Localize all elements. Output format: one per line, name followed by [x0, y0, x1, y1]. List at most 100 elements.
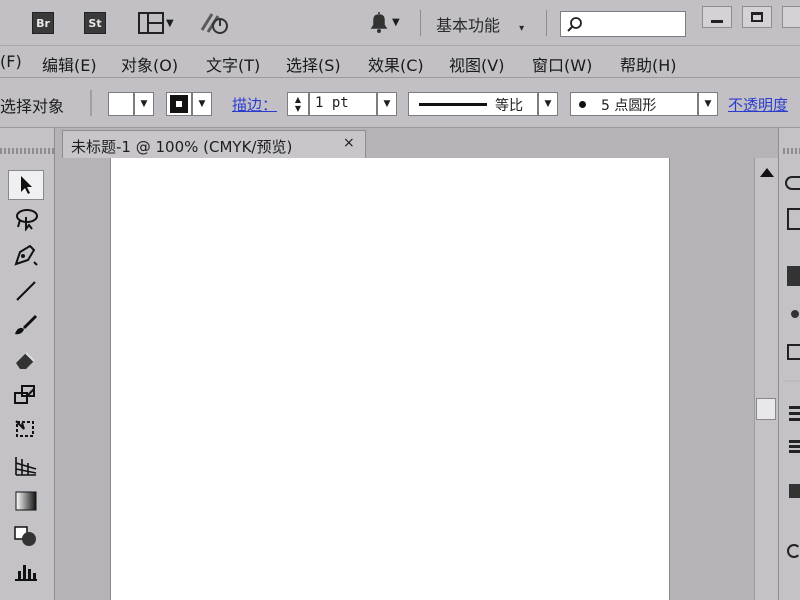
- align-panel-icon[interactable]: [789, 406, 800, 424]
- chevron-down-icon: ▼: [383, 99, 391, 109]
- workspace-label: 基本功能: [436, 16, 501, 35]
- minimize-icon: [711, 19, 723, 23]
- bridge-button[interactable]: Br: [32, 12, 54, 34]
- brush-dropdown[interactable]: ▼: [698, 92, 718, 116]
- chevron-down-icon: ▼: [704, 99, 712, 109]
- swatches-panel-icon[interactable]: [787, 208, 800, 230]
- brushes-panel-icon[interactable]: [787, 266, 800, 286]
- stroke-line-icon: [419, 103, 487, 106]
- menu-bar: (F) 编辑(E) 对象(O) 文字(T) 选择(S) 效果(C) 视图(V) …: [0, 46, 800, 78]
- variable-width-profile[interactable]: 等比: [408, 92, 538, 116]
- scroll-thumb[interactable]: [756, 398, 776, 420]
- document-tab-title: 未标题-1 @ 100% (CMYK/预览): [71, 138, 293, 156]
- brush-label: 5 点圆形: [601, 98, 657, 114]
- divider: [420, 10, 421, 36]
- application-bar: Br St ▼ ▼ 基本功能 ▾: [0, 0, 800, 46]
- gpu-performance-icon: [200, 13, 228, 34]
- gpu-performance-button[interactable]: [198, 10, 232, 40]
- vertical-scrollbar[interactable]: [754, 158, 778, 600]
- menu-window[interactable]: 窗口(W): [532, 52, 592, 76]
- stroke-weight-stepper[interactable]: ▲ ▼: [287, 92, 309, 116]
- menu-help[interactable]: 帮助(H): [620, 52, 677, 76]
- bell-icon: [370, 12, 388, 33]
- search-input[interactable]: [585, 14, 683, 34]
- graph-tool[interactable]: [8, 556, 44, 586]
- selection-status: 选择对象: [0, 97, 65, 116]
- eraser-tool[interactable]: [8, 344, 44, 374]
- shape-builder-tool[interactable]: [8, 520, 44, 550]
- tools-panel: [0, 128, 55, 600]
- lasso-tool[interactable]: [8, 204, 44, 234]
- minimize-button[interactable]: [702, 6, 732, 28]
- scroll-up-arrow-icon[interactable]: [760, 168, 774, 177]
- chevron-up-icon[interactable]: ▲: [295, 95, 301, 104]
- layers-panel-icon[interactable]: [789, 440, 800, 454]
- paintbrush-icon: [15, 314, 38, 335]
- chevron-down-icon: ▾: [519, 23, 525, 34]
- stock-label: St: [88, 16, 102, 30]
- line-segment-tool[interactable]: [8, 276, 44, 306]
- selection-tool[interactable]: [8, 170, 44, 200]
- menu-effect[interactable]: 效果(C): [368, 52, 424, 76]
- maximize-button[interactable]: [742, 6, 772, 28]
- menu-type[interactable]: 文字(T): [206, 52, 260, 76]
- fill-dropdown[interactable]: ▼: [134, 92, 154, 116]
- maximize-icon: [751, 12, 763, 22]
- scale-tool[interactable]: [8, 380, 44, 410]
- appearance-panel-icon[interactable]: [787, 544, 800, 558]
- artboards-panel-icon[interactable]: [789, 484, 800, 498]
- stroke-swatch[interactable]: [166, 92, 192, 116]
- paintbrush-tool[interactable]: [8, 310, 44, 340]
- stroke-panel-link[interactable]: 描边：: [232, 94, 277, 115]
- gradient-icon: [15, 491, 37, 511]
- bar-left-edge: [0, 0, 8, 46]
- profile-dropdown[interactable]: ▼: [538, 92, 558, 116]
- menu-object[interactable]: 对象(O): [121, 52, 178, 76]
- layout-grid-icon: [138, 12, 164, 34]
- artboard[interactable]: [110, 158, 670, 600]
- menu-edit[interactable]: 编辑(E): [42, 52, 97, 76]
- right-panel-dock: [778, 128, 800, 600]
- menu-select[interactable]: 选择(S): [286, 52, 341, 76]
- search-field[interactable]: [560, 11, 686, 37]
- control-bar: 选择对象 ▼ ▼ 描边： ▲ ▼ 1 pt ▼ 等比 ▼ 5 点圆形 ▼ 不透明…: [0, 78, 800, 128]
- close-icon[interactable]: ×: [343, 135, 355, 151]
- gradient-tool[interactable]: [8, 486, 44, 516]
- stroke-panel-icon[interactable]: [787, 344, 800, 360]
- brush-definition[interactable]: 5 点圆形: [570, 92, 698, 116]
- chevron-down-icon: ▼: [140, 99, 148, 109]
- color-panel-icon[interactable]: [785, 176, 800, 190]
- pen-icon: [14, 244, 38, 266]
- opacity-panel-link[interactable]: 不透明度: [728, 94, 788, 115]
- profile-label: 等比: [495, 98, 523, 114]
- stroke-weight-field[interactable]: 1 pt: [309, 92, 377, 116]
- free-transform-tool[interactable]: [8, 414, 44, 444]
- document-tab[interactable]: 未标题-1 @ 100% (CMYK/预览) ×: [62, 130, 366, 158]
- stroke-weight-dropdown[interactable]: ▼: [377, 92, 397, 116]
- stroke-weight-value: 1 pt: [315, 95, 349, 111]
- scale-icon: [14, 385, 35, 404]
- stroke-color-icon: [170, 95, 188, 113]
- bar-graph-icon: [15, 565, 37, 581]
- notifications-button[interactable]: ▼: [368, 10, 400, 34]
- chevron-down-icon: ▼: [392, 16, 400, 28]
- perspective-grid-tool[interactable]: [8, 450, 44, 480]
- fill-swatch[interactable]: [108, 92, 134, 116]
- stroke-dropdown[interactable]: ▼: [192, 92, 212, 116]
- lasso-icon: [16, 209, 38, 231]
- stock-button[interactable]: St: [84, 12, 106, 34]
- line-segment-icon: [16, 281, 36, 301]
- divider: [546, 10, 547, 36]
- chevron-down-icon[interactable]: ▼: [295, 104, 301, 113]
- arrange-documents-button[interactable]: ▼: [138, 12, 174, 34]
- symbols-panel-icon[interactable]: [791, 310, 799, 318]
- menu-file[interactable]: (F): [0, 52, 22, 71]
- panel-grip[interactable]: [783, 148, 800, 154]
- close-window-button[interactable]: [782, 6, 800, 28]
- divider: [90, 90, 92, 116]
- panel-grip[interactable]: [0, 148, 54, 154]
- eraser-icon: [16, 352, 35, 369]
- pen-tool[interactable]: [8, 240, 44, 270]
- menu-view[interactable]: 视图(V): [449, 52, 504, 76]
- workspace-switcher[interactable]: 基本功能 ▾: [436, 12, 524, 36]
